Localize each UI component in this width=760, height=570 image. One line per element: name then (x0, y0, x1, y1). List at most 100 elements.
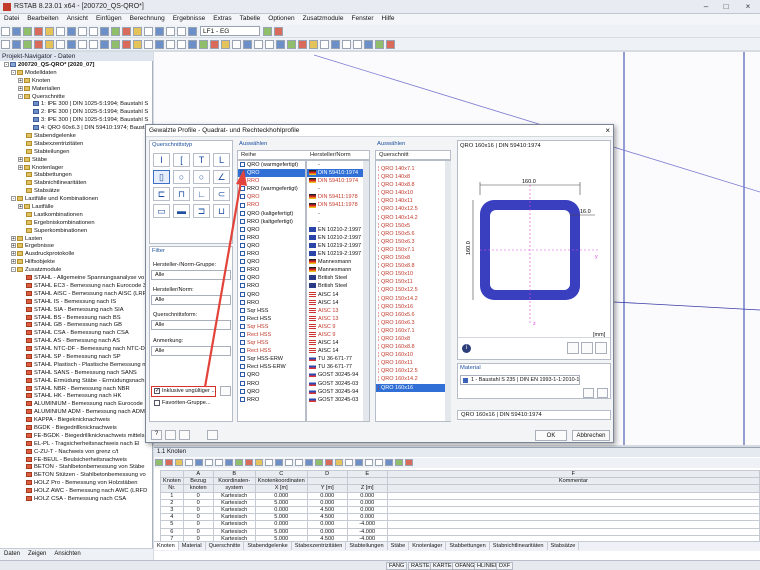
list-row[interactable]: DIN 59410:1974 (307, 177, 369, 185)
list-row[interactable]: ¦ QRO 140x8.8 (376, 181, 450, 189)
tool-button-2[interactable] (179, 430, 190, 440)
table-cell[interactable]: X [m] (254, 484, 308, 493)
toolbar-button[interactable] (166, 27, 175, 36)
table-cell[interactable] (386, 520, 760, 529)
menu-item[interactable]: Hilfe (378, 14, 399, 23)
tree-node[interactable]: HOLZ Pro - Bemessung von Holzstäben (0, 480, 153, 488)
table-tab[interactable]: Stabbettungen (446, 542, 490, 550)
list-row[interactable]: RRO (238, 234, 305, 242)
menu-item[interactable]: Tabelle (236, 14, 265, 23)
toolbar-button[interactable] (100, 27, 109, 36)
tree-node[interactable]: STAHL Plastisch - Plastische Bemessung n (0, 361, 153, 370)
table-tool-button[interactable] (395, 459, 403, 466)
toolbar-button[interactable] (133, 40, 142, 49)
list-row[interactable]: - (307, 218, 369, 226)
list-row[interactable]: Sqr HSS-ERW (238, 355, 305, 363)
t-profile-icon[interactable]: T (193, 153, 210, 167)
list-row[interactable]: Rect HSS (238, 331, 305, 339)
table-tool-button[interactable] (345, 459, 353, 466)
table-cell[interactable]: 0.000 (254, 520, 308, 529)
toolbar-button[interactable] (287, 40, 296, 49)
tree-node[interactable]: STAHL BS - Bemessung nach BS (0, 314, 153, 323)
table-cell[interactable]: 0 (182, 513, 214, 522)
tree-node[interactable]: FE-BEUL - Beulsicherheitsnachweis (0, 456, 153, 465)
toolbar-button[interactable] (331, 40, 340, 49)
l-profile-icon[interactable]: ∟ (193, 187, 210, 201)
list-row[interactable]: ¦ QRO 150x5.6 (376, 230, 450, 238)
table-cell[interactable]: 5.000 (254, 498, 308, 507)
tree-node[interactable]: Stabsätze (0, 188, 153, 196)
list-row[interactable]: RRO (238, 380, 305, 388)
tree-node[interactable]: STAHL - Allgemeine Spannungsanalyse vo (0, 275, 153, 283)
list-row[interactable]: RRO (238, 177, 305, 185)
toolbar-button[interactable] (298, 40, 307, 49)
table-tool-button[interactable] (305, 459, 313, 466)
menu-item[interactable]: Optionen (264, 14, 298, 23)
table-cell[interactable]: 0 (182, 505, 214, 515)
expand-toggle[interactable]: - (4, 62, 9, 68)
table-cell[interactable]: Y [m] (306, 484, 348, 493)
table-tool-button[interactable] (355, 459, 363, 466)
toolbar-button[interactable] (274, 27, 283, 36)
list-row[interactable]: ¦ QRO 140x10 (376, 189, 450, 197)
table-cell[interactable]: Knoten (160, 477, 184, 486)
flat-bar-icon[interactable]: ▬ (173, 204, 190, 218)
rect-bar-icon[interactable]: ▭ (153, 204, 170, 218)
expand-toggle[interactable]: - (11, 267, 16, 273)
tool-button-3[interactable] (207, 430, 218, 440)
tree-node[interactable]: STAHL HK - Bemessung nach HK (0, 393, 153, 401)
tree-node[interactable]: Stabnichtlinearitäten (0, 180, 153, 188)
tree-node[interactable]: HOLZ CSA - Bemessung nach CSA (0, 495, 153, 504)
table-row[interactable]: 6 0 Kartesisch 5.000 0.000 -4.000 (160, 527, 760, 536)
list-row[interactable]: TU 36-671-77 (307, 363, 369, 371)
toolbar-button[interactable] (309, 40, 318, 49)
rect-hollow-icon[interactable]: ▯ (153, 170, 170, 184)
tree-node[interactable]: BETON - Stahlbetonbemessung von Stäbe (0, 464, 153, 472)
list-row[interactable]: ¦ QRO 140x14.2 (376, 214, 450, 222)
favorites-button[interactable] (220, 386, 231, 396)
table-cell[interactable]: 0.000 (346, 505, 388, 515)
material-edit-button[interactable] (597, 388, 608, 398)
tree-node[interactable]: Stabexzentrizitäten (0, 140, 153, 149)
table-row[interactable]: 4 0 Kartesisch 5.000 4.500 0.000 (160, 513, 760, 522)
list-row[interactable]: AISC 14 (307, 291, 369, 299)
expand-toggle[interactable]: + (18, 85, 23, 91)
toolbar-button[interactable] (67, 40, 76, 49)
menu-item[interactable]: Fenster (347, 14, 377, 23)
table-cell[interactable]: Bezug (182, 477, 214, 486)
table-row[interactable]: Nr. knoten system X [m] Y [m] Z [m] (160, 484, 760, 493)
channel-icon[interactable]: [ (173, 153, 190, 167)
list-row[interactable]: ¦ QRO 140x12.5 (376, 205, 450, 213)
table-tool-button[interactable] (255, 459, 263, 466)
list-row[interactable]: Mannesmann (307, 266, 369, 274)
material-select[interactable]: 1 - Baustahl S 235 | DIN EN 1993-1-1:201… (460, 375, 580, 385)
list-row[interactable]: ¦ QRO 160x14.2 (376, 375, 450, 383)
tree-node[interactable]: C-ZU-T - Nachweis von grenz c/t (0, 448, 153, 457)
tree-node[interactable]: Superkombinationen (0, 227, 153, 236)
table-cell[interactable]: -4.000 (346, 520, 388, 529)
toolbar-button[interactable] (78, 40, 87, 49)
table-row[interactable]: Knoten Bezug Koordinaten- Knotenkoordinaten… (160, 477, 760, 486)
expand-toggle[interactable]: - (11, 69, 16, 75)
toolbar-button[interactable] (133, 27, 142, 36)
table-cell[interactable]: 5.000 (254, 527, 308, 536)
tree-node[interactable]: + Knotenlager (0, 164, 153, 173)
list-row[interactable]: EN 10210-2:1997 (307, 226, 369, 234)
list-row[interactable]: RRO (238, 299, 305, 307)
table-cell[interactable]: Kartesisch (212, 498, 256, 507)
table-tool-button[interactable] (335, 459, 343, 466)
table-cell[interactable]: Kartesisch (212, 527, 256, 536)
dialog-close-button[interactable]: × (605, 125, 610, 137)
list-row[interactable]: ¦ QRO 150x8 (376, 254, 450, 262)
list-row[interactable]: QRO (238, 258, 305, 266)
view-button-1[interactable] (567, 342, 579, 354)
toolbar-button[interactable] (144, 40, 153, 49)
list-row[interactable]: DIN 59410:1974 (307, 169, 369, 178)
tree-node[interactable]: BETON Stützen - Stahlbetonbemessung vo (0, 472, 153, 480)
list-row[interactable]: Sqr HSS (238, 323, 305, 331)
table-row[interactable]: 2 0 Kartesisch 5.000 0.000 0.000 (160, 498, 760, 507)
tree-node[interactable]: ALUMINIUM - Bemessung nach Eurocode (0, 401, 153, 409)
tree-node[interactable]: KAPPA - Biegeknicknachweis (0, 417, 153, 425)
table-cell[interactable]: knoten (182, 484, 214, 493)
toolbar-button[interactable] (177, 40, 186, 49)
